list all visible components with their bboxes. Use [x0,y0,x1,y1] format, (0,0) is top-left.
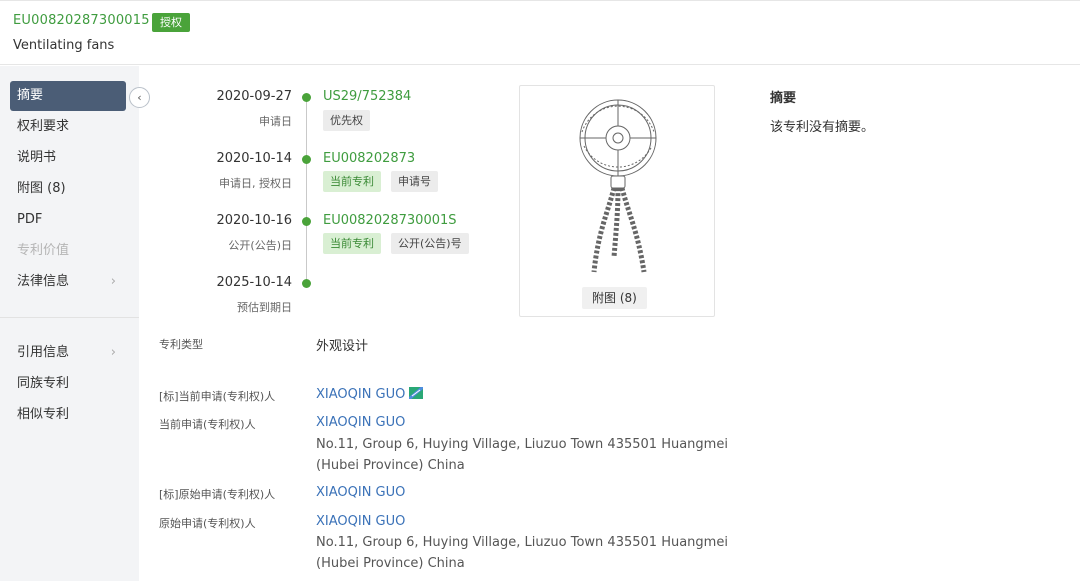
current-applicant-address: (Hubei Province) China [316,458,465,473]
timeline-date: 2020-10-14 [216,151,292,166]
timeline-dot [302,155,311,164]
sidebar-item-label: 引用信息 [17,345,70,360]
current-applicant-link[interactable]: XIAOQIN GUO [316,415,405,430]
current-applicant-label: 当前申请(专利权)人 [159,418,256,431]
std-current-applicant-label: [标]当前申请(专利权)人 [159,390,276,403]
std-current-applicant-link[interactable]: XIAOQIN GUO [316,387,424,402]
original-applicant-address: No.11, Group 6, Huying Village, Liuzuo T… [316,535,728,550]
patent-type-value: 外观设计 [316,339,369,354]
sidebar-item-similar[interactable]: 相似专利 [10,400,126,430]
patent-title: Ventilating fans [13,38,115,53]
tag-current-patent: 当前专利 [323,233,381,254]
tag-application-number: 申请号 [391,171,438,192]
timeline-dot [302,279,311,288]
sidebar-item-abstract[interactable]: 摘要 [10,81,126,111]
abstract-text: 该专利没有摘要。 [770,120,875,135]
drawing-card[interactable]: 附图 (8) [519,85,715,317]
sidebar-item-citations[interactable]: 引用信息 › [10,338,126,368]
sidebar-item-family[interactable]: 同族专利 [10,369,126,399]
current-applicant-address: No.11, Group 6, Huying Village, Liuzuo T… [316,437,728,452]
sidebar-item-claims[interactable]: 权利要求 [10,112,126,142]
std-original-applicant-link[interactable]: XIAOQIN GUO [316,485,405,500]
timeline-dot [302,93,311,102]
timeline-date: 2025-10-14 [216,275,292,290]
patent-type-label: 专利类型 [159,338,203,351]
drawings-count-button[interactable]: 附图 (8) [582,287,647,309]
timeline-label: 申请日, 授权日 [219,177,292,190]
timeline-dot [302,217,311,226]
status-badge: 授权 [152,13,190,32]
timeline-date: 2020-09-27 [216,89,292,104]
chevron-right-icon: › [110,274,116,289]
flag-icon [409,387,424,399]
sidebar-item-legal-info[interactable]: 法律信息 › [10,267,126,297]
fan-drawing-icon [579,99,657,273]
sidebar-item-pdf[interactable]: PDF [10,205,126,235]
sidebar-item-description[interactable]: 说明书 [10,143,126,173]
original-applicant-label: 原始申请(专利权)人 [159,517,256,530]
patent-header: EU00820287300015 授权 Ventilating fans [0,0,1080,65]
sidebar-item-patent-value: 专利价值 [17,243,70,258]
timeline-label: 公开(公告)日 [228,239,292,252]
tag-publication-number: 公开(公告)号 [391,233,469,254]
sidebar-divider [0,317,139,318]
applicant-name: XIAOQIN GUO [316,387,406,402]
original-applicant-address: (Hubei Province) China [316,556,465,571]
sidebar-item-label: 法律信息 [17,274,70,289]
timeline-date: 2020-10-16 [216,213,292,228]
publication-number: EU00820287300015 [13,13,150,28]
original-applicant-link[interactable]: XIAOQIN GUO [316,514,405,529]
timeline-line [306,97,307,283]
timeline-label: 预估到期日 [237,301,292,314]
chevron-right-icon: › [110,345,116,360]
collapse-sidebar-button[interactable]: ‹ [129,87,150,108]
tag-current-patent: 当前专利 [323,171,381,192]
tag-priority: 优先权 [323,110,370,131]
abstract-heading: 摘要 [770,91,797,106]
sidebar-nav: 摘要 权利要求 说明书 附图 (8) PDF 专利价值 法律信息 › 引用信息 … [0,66,139,581]
timeline-link-priority[interactable]: US29/752384 [323,89,411,104]
timeline-link-publication[interactable]: EU0082028730001S [323,213,457,228]
sidebar-item-drawings[interactable]: 附图 (8) [10,174,126,204]
timeline-link-application[interactable]: EU008202873 [323,151,415,166]
std-original-applicant-label: [标]原始申请(专利权)人 [159,488,276,501]
timeline-label: 申请日 [259,115,292,128]
